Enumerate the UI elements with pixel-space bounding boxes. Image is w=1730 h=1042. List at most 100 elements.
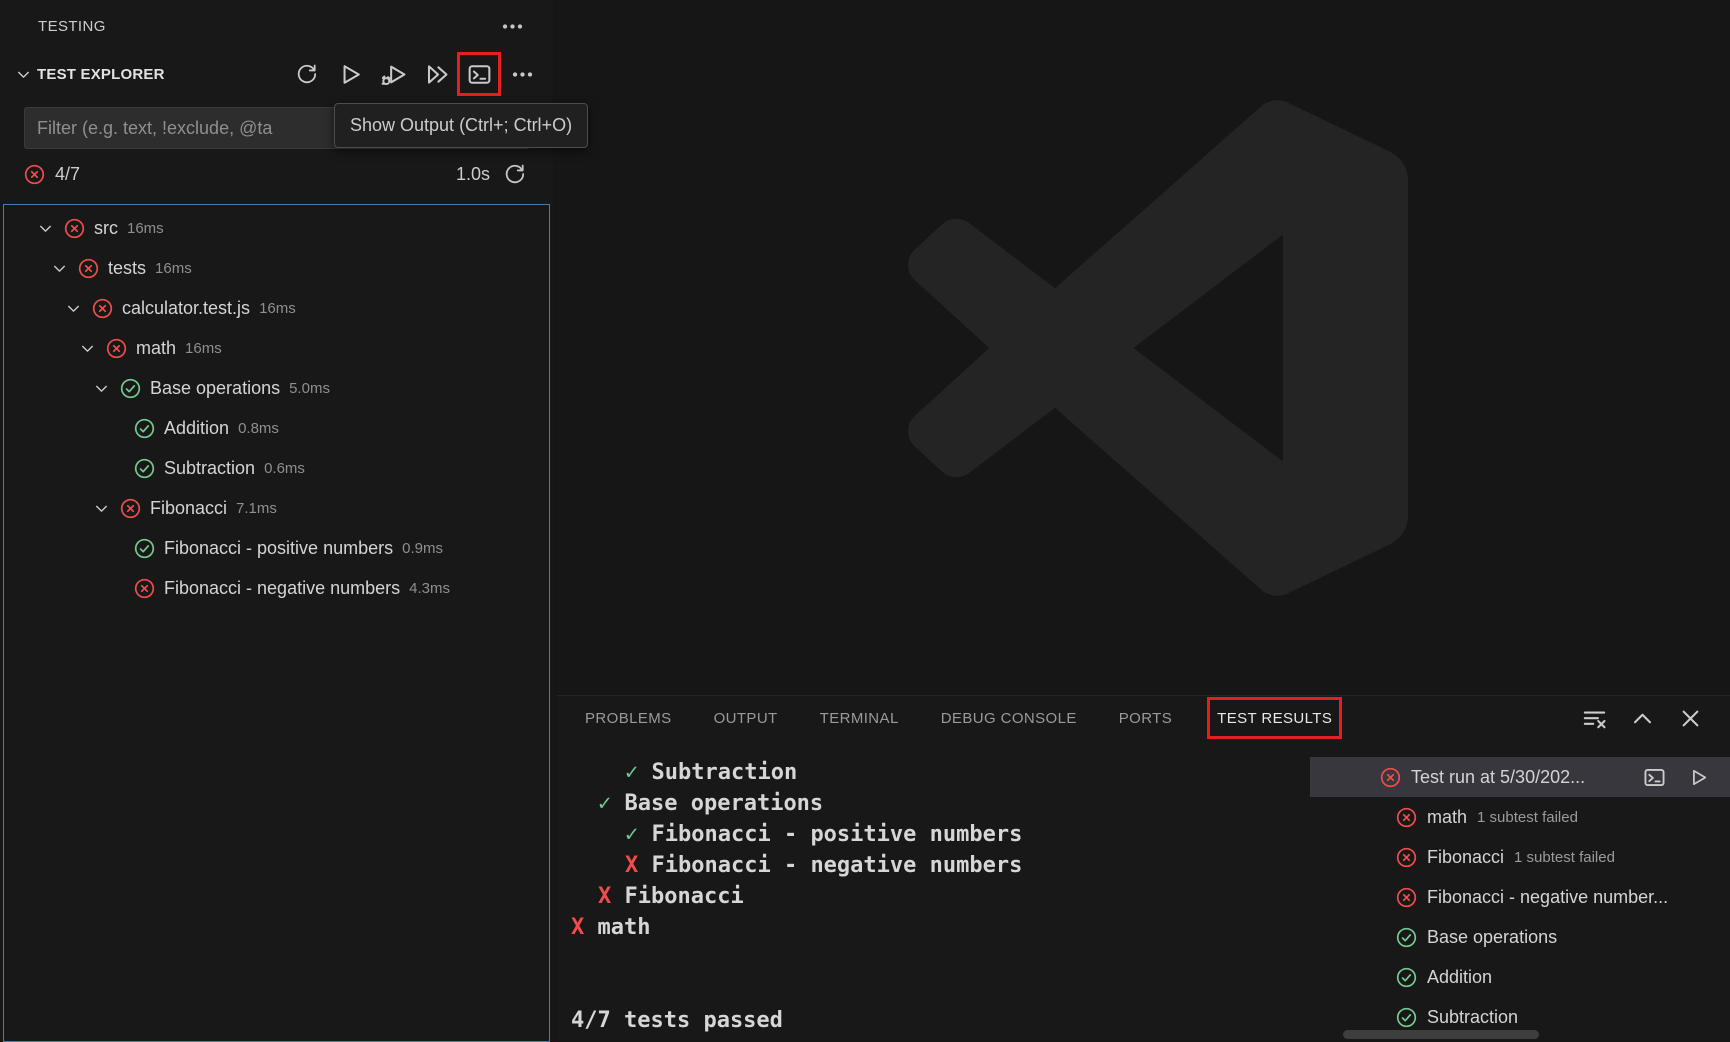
error-icon [1380, 767, 1401, 788]
x-mark: X [625, 853, 638, 878]
test-duration: 0.8ms [238, 420, 279, 437]
error-icon [134, 578, 155, 599]
chevron-down-icon[interactable] [90, 377, 112, 399]
result-detail: 1 subtest failed [1514, 849, 1615, 866]
more-actions-button[interactable] [507, 59, 537, 89]
test-tree-item[interactable]: Fibonacci 7.1ms [4, 488, 549, 528]
test-explorer-header[interactable]: TEST EXPLORER [0, 52, 553, 96]
bottom-panel: PROBLEMS OUTPUT TERMINAL DEBUG CONSOLE PORTS… [557, 695, 1730, 1040]
run-tests-button[interactable] [335, 59, 365, 89]
chevron-down-icon[interactable] [76, 337, 98, 359]
section-title: TEST EXPLORER [37, 66, 165, 83]
test-explorer-toolbar [292, 59, 543, 89]
test-label: Fibonacci [150, 498, 227, 519]
result-label: Fibonacci [1427, 847, 1504, 868]
output-text: 4/7 tests passed [571, 1008, 783, 1033]
show-output-button[interactable] [464, 59, 494, 89]
error-icon [1396, 887, 1417, 908]
result-item[interactable]: Fibonacci 1 subtest failed [1310, 837, 1730, 877]
run-with-coverage-button[interactable] [421, 59, 451, 89]
tab-problems[interactable]: PROBLEMS [585, 696, 672, 740]
panel-actions [1581, 705, 1704, 732]
test-results-view: Test run at 5/30/202... math1 subtest fa… [1310, 740, 1730, 1040]
test-duration: 16ms [185, 340, 222, 357]
terminal-icon [467, 62, 492, 87]
output-line: ✓ Subtraction [571, 757, 1310, 788]
test-run-row[interactable]: Test run at 5/30/202... [1310, 757, 1730, 797]
test-duration: 0.9ms [402, 540, 443, 557]
error-icon [24, 164, 45, 185]
result-item[interactable]: Addition [1310, 957, 1730, 997]
horizontal-scrollbar[interactable] [1343, 1030, 1539, 1039]
test-label: Base operations [150, 378, 280, 399]
indent-spacer [104, 457, 126, 479]
test-duration: 16ms [155, 260, 192, 277]
rerun-tests-button[interactable] [1685, 764, 1712, 791]
result-item[interactable]: Base operations [1310, 917, 1730, 957]
output-line [571, 974, 1310, 1005]
test-tree-item[interactable]: tests 16ms [4, 248, 549, 288]
error-icon [1396, 807, 1417, 828]
test-duration: 5.0ms [289, 380, 330, 397]
indent-spacer [104, 537, 126, 559]
test-tree-item[interactable]: Fibonacci - negative numbers4.3ms [4, 568, 549, 608]
chevron-down-icon[interactable] [34, 217, 56, 239]
chevron-down-icon[interactable] [48, 257, 70, 279]
test-duration: 7.1ms [236, 500, 277, 517]
sidebar-more-actions-button[interactable] [497, 11, 527, 41]
test-label: tests [108, 258, 146, 279]
test-count: 4/7 [55, 164, 80, 185]
refresh-tests-button[interactable] [292, 59, 322, 89]
run-icon [338, 62, 363, 87]
output-line: ✓ Base operations [571, 788, 1310, 819]
x-mark: X [598, 884, 611, 909]
test-output[interactable]: ✓ Subtraction✓ Base operations✓ Fibonacc… [557, 740, 1310, 1040]
chevron-down-icon[interactable] [12, 63, 34, 85]
refresh-icon[interactable] [500, 159, 530, 189]
show-run-output-button[interactable] [1641, 764, 1668, 791]
test-tree-item[interactable]: math16ms [4, 328, 549, 368]
pass-icon [1396, 1007, 1417, 1028]
result-detail: 1 subtest failed [1477, 809, 1578, 826]
pass-icon [1396, 927, 1417, 948]
test-tree-item[interactable]: Fibonacci - positive numbers0.9ms [4, 528, 549, 568]
clear-test-results-button[interactable] [1581, 705, 1608, 732]
error-icon [120, 498, 141, 519]
maximize-panel-button[interactable] [1629, 705, 1656, 732]
coverage-icon [424, 62, 449, 87]
output-line: 4/7 tests passed [571, 1005, 1310, 1036]
test-tree-item[interactable]: Addition 0.8ms [4, 408, 549, 448]
chevron-down-icon[interactable] [90, 497, 112, 519]
vscode-logo [908, 98, 1408, 598]
test-label: Addition [164, 418, 229, 439]
x-mark: X [571, 915, 584, 940]
run-actions [1641, 764, 1712, 791]
pass-icon [120, 378, 141, 399]
output-text: Fibonacci [625, 884, 744, 909]
test-tree-item[interactable]: calculator.test.js16ms [4, 288, 549, 328]
output-text: Base operations [625, 791, 824, 816]
error-icon [64, 218, 85, 239]
test-tree-item[interactable]: Subtraction0.6ms [4, 448, 549, 488]
debug-tests-button[interactable] [378, 59, 408, 89]
result-item[interactable]: math1 subtest failed [1310, 797, 1730, 837]
tab-ports[interactable]: PORTS [1119, 696, 1172, 740]
chevron-down-icon[interactable] [62, 297, 84, 319]
tab-test-results[interactable]: TEST RESULTS [1207, 697, 1342, 739]
result-item[interactable]: Fibonacci - negative number... [1310, 877, 1730, 917]
refresh-icon [296, 63, 318, 85]
pass-icon [134, 538, 155, 559]
test-tree-item[interactable]: src16ms [4, 208, 549, 248]
tab-debug-console[interactable]: DEBUG CONSOLE [941, 696, 1077, 740]
test-status-row: 4/7 1.0s [24, 158, 530, 190]
tab-terminal[interactable]: TERMINAL [820, 696, 899, 740]
panel-tabs: PROBLEMS OUTPUT TERMINAL DEBUG CONSOLE PORTS… [585, 696, 1335, 740]
test-tree-item[interactable]: Base operations 5.0ms [4, 368, 549, 408]
results-list: math1 subtest failed Fibonacci 1 subtest f… [1310, 797, 1730, 1037]
test-tree[interactable]: src16ms tests 16ms calculator.test.js16msma… [3, 204, 550, 1042]
indent-spacer [104, 417, 126, 439]
close-panel-button[interactable] [1677, 705, 1704, 732]
tab-output[interactable]: OUTPUT [714, 696, 778, 740]
output-text: Fibonacci - negative numbers [652, 853, 1023, 878]
ellipsis-icon [511, 63, 534, 86]
